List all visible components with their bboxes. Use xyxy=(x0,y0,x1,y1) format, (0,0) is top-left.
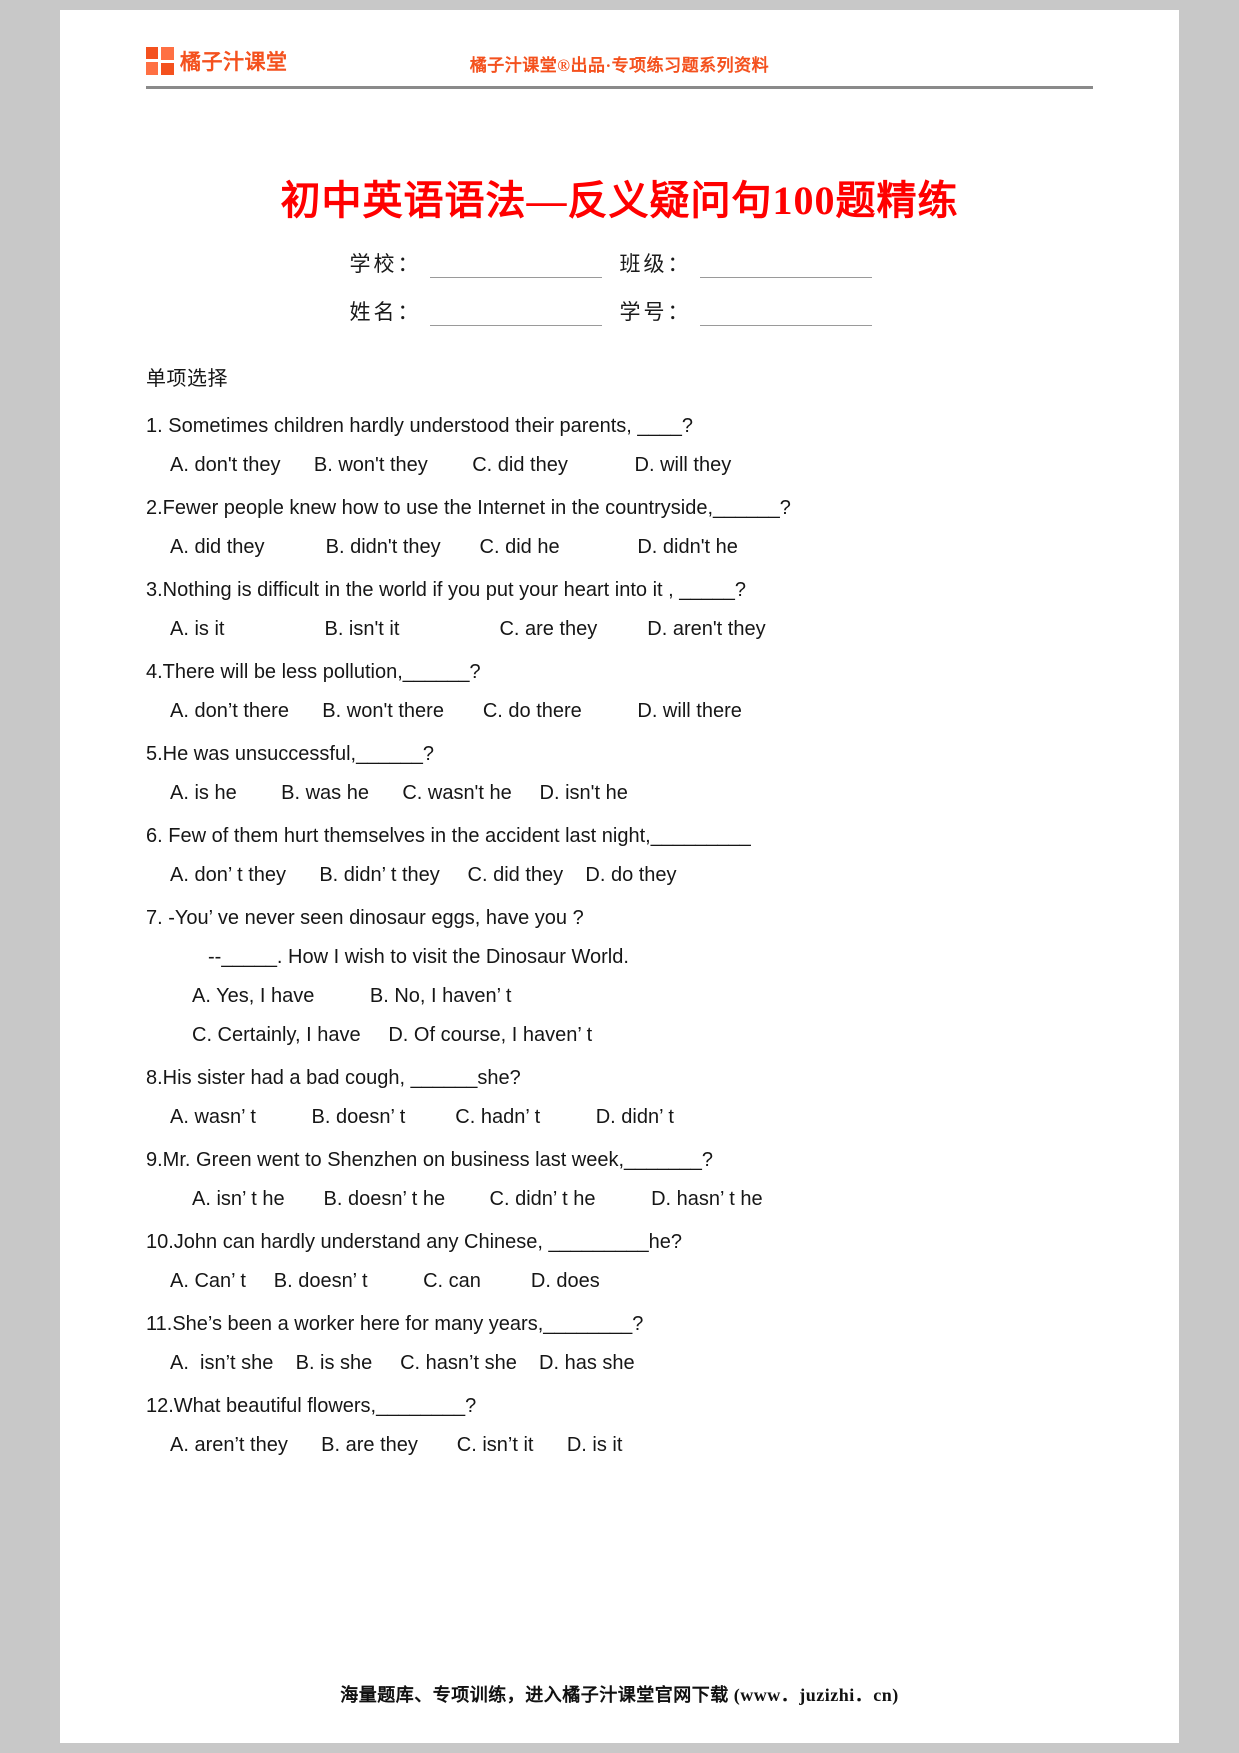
question-12: 12.What beautiful flowers,________? A. a… xyxy=(146,1387,1093,1465)
worksheet-page: 橘子汁课堂 橘子汁课堂®出品·专项练习题系列资料 初中英语语法—反义疑问句100… xyxy=(60,10,1179,1743)
student-id-label: 学号： xyxy=(619,300,692,324)
field-school: 学校： xyxy=(350,248,620,278)
question-stem: 12.What beautiful flowers,________? xyxy=(146,1395,477,1417)
question-stem: 6. Few of them hurt themselves in the ac… xyxy=(146,825,751,847)
question-stem: 11.She’s been a worker here for many yea… xyxy=(146,1313,644,1335)
question-options-second-row: C. Certainly, I have D. Of course, I hav… xyxy=(192,1024,593,1046)
field-class: 班级： xyxy=(620,248,890,278)
section-heading-multiple-choice: 单项选择 xyxy=(146,368,228,390)
question-options: A. wasn’ t B. doesn’ t C. hadn’ t D. did… xyxy=(170,1106,674,1128)
school-label: 学校： xyxy=(349,252,422,276)
question-8: 8.His sister had a bad cough, ______she?… xyxy=(146,1059,1093,1137)
form-row-2: 姓名： 学号： xyxy=(350,296,890,326)
question-7: 7. -You’ ve never seen dinosaur eggs, ha… xyxy=(146,899,1093,1055)
question-11: 11.She’s been a worker here for many yea… xyxy=(146,1305,1093,1383)
question-stem: 4.There will be less pollution,______? xyxy=(146,661,481,683)
header-divider xyxy=(146,86,1093,89)
question-stem: 10.John can hardly understand any Chines… xyxy=(146,1231,682,1253)
question-response-line: --_____. How I wish to visit the Dinosau… xyxy=(208,946,629,968)
page-masthead: 橘子汁课堂 橘子汁课堂®出品·专项练习题系列资料 xyxy=(60,10,1179,89)
question-stem: 8.His sister had a bad cough, ______she? xyxy=(146,1067,521,1089)
question-options: A. isn’ t he B. doesn’ t he C. didn’ t h… xyxy=(192,1188,763,1210)
question-options: A. Yes, I have B. No, I haven’ t xyxy=(192,985,512,1007)
name-input-line[interactable] xyxy=(429,305,602,326)
question-stem: 1. Sometimes children hardly understood … xyxy=(146,415,693,437)
form-row-1: 学校： 班级： xyxy=(350,248,890,278)
student-info-form: 学校： 班级： 姓名： 学号： xyxy=(350,248,890,326)
question-5: 5.He was unsuccessful,______? A. is he B… xyxy=(146,735,1093,813)
page-footer: 海量题库、专项训练，进入橘子汁课堂官网下载 (www．juzizhi．cn) xyxy=(340,1685,899,1705)
field-student-id: 学号： xyxy=(620,296,890,326)
question-stem: 7. -You’ ve never seen dinosaur eggs, ha… xyxy=(146,907,584,929)
page-title: 初中英语语法—反义疑问句100题精练 xyxy=(280,178,959,223)
name-label: 姓名： xyxy=(349,300,422,324)
question-stem: 5.He was unsuccessful,______? xyxy=(146,743,434,765)
question-stem: 9.Mr. Green went to Shenzhen on business… xyxy=(146,1149,714,1171)
question-stem: 2.Fewer people knew how to use the Inter… xyxy=(146,497,791,519)
question-options: A. don’t there B. won't there C. do ther… xyxy=(170,700,742,722)
school-input-line[interactable] xyxy=(429,257,602,278)
question-stem: 3.Nothing is difficult in the world if y… xyxy=(146,579,746,601)
question-options: A. is it B. isn't it C. are they D. aren… xyxy=(170,618,766,640)
masthead-slogan: 橘子汁课堂®出品·专项练习题系列资料 xyxy=(469,56,770,75)
question-options: A. isn’t she B. is she C. hasn’t she D. … xyxy=(170,1352,635,1374)
question-options: A. don’ t they B. didn’ t they C. did th… xyxy=(170,864,677,886)
question-1: 1. Sometimes children hardly understood … xyxy=(146,407,1093,485)
worksheet-content: 单项选择 1. Sometimes children hardly unders… xyxy=(60,362,1179,1465)
field-name: 姓名： xyxy=(350,296,620,326)
question-options: A. is he B. was he C. wasn't he D. isn't… xyxy=(170,782,628,804)
question-6: 6. Few of them hurt themselves in the ac… xyxy=(146,817,1093,895)
student-id-input-line[interactable] xyxy=(699,305,872,326)
question-4: 4.There will be less pollution,______? A… xyxy=(146,653,1093,731)
question-options: A. Can’ t B. doesn’ t C. can D. does xyxy=(170,1270,600,1292)
class-label: 班级： xyxy=(619,252,692,276)
question-2: 2.Fewer people knew how to use the Inter… xyxy=(146,489,1093,567)
question-options: A. don't they B. won't they C. did they … xyxy=(170,454,732,476)
class-input-line[interactable] xyxy=(699,257,872,278)
question-9: 9.Mr. Green went to Shenzhen on business… xyxy=(146,1141,1093,1219)
question-options: A. aren’t they B. are they C. isn’t it D… xyxy=(170,1434,623,1456)
question-3: 3.Nothing is difficult in the world if y… xyxy=(146,571,1093,649)
question-10: 10.John can hardly understand any Chines… xyxy=(146,1223,1093,1301)
question-options: A. did they B. didn't they C. did he D. … xyxy=(170,536,738,558)
